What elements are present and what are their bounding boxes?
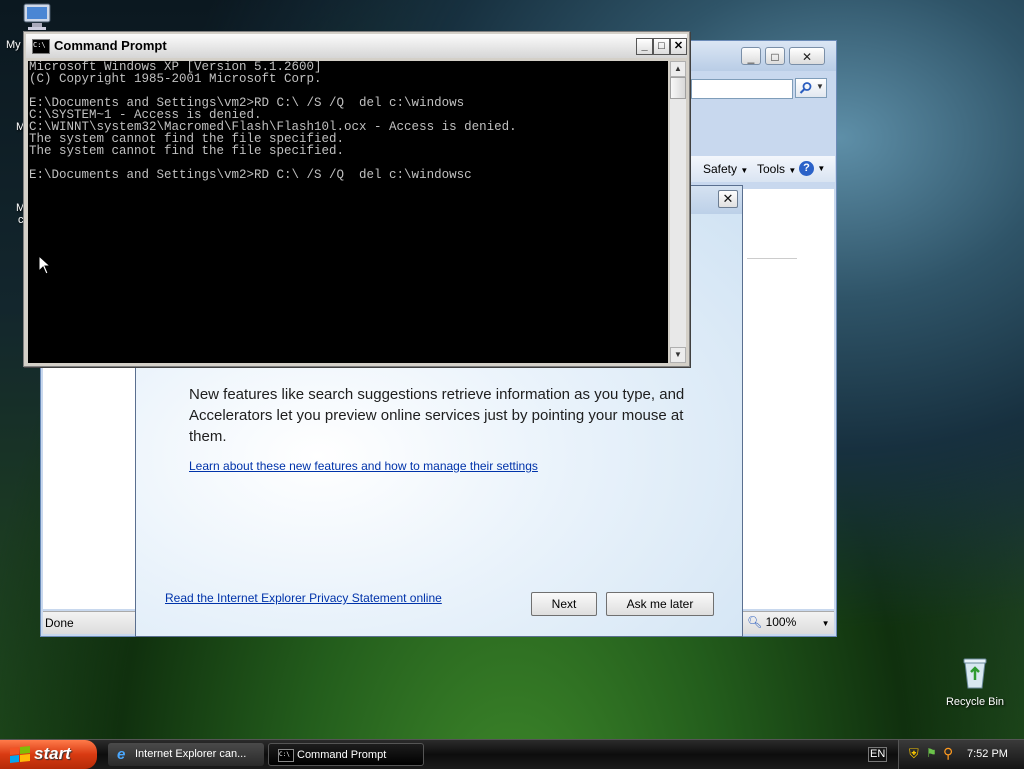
minimize-button[interactable]: _ [636,38,653,55]
taskbar-item-label: Internet Explorer can... [135,748,247,760]
help-menu[interactable]: ? ▼ [799,160,825,176]
ie-search-button[interactable]: ▼ [795,78,827,98]
search-icon [799,82,812,94]
dialog-close-button[interactable]: ✕ [718,190,738,208]
chevron-down-icon: ▼ [740,166,749,175]
clock: 7:52 PM [967,748,1008,760]
help-icon: ? [799,161,814,176]
desktop-icon-label: Recycle Bin [945,696,1005,708]
console-output[interactable]: Microsoft Windows XP [Version 5.1.2600](… [28,61,668,363]
console-line: (C) Copyright 1985-2001 Microsoft Corp. [29,72,322,86]
zoom-level: 100% [765,615,797,629]
scroll-up-button[interactable]: ▲ [670,61,686,77]
console-icon: C:\ [32,39,50,54]
desktop-icon-my-computer[interactable]: My [6,2,51,51]
chevron-down-icon: ▼ [788,166,797,175]
scroll-thumb[interactable] [670,77,686,99]
tools-label: Tools [757,162,786,176]
start-button[interactable]: start [0,740,97,769]
ie-icon: e [117,746,126,763]
console-icon: C:\ [278,749,294,762]
search-tray-icon[interactable]: ⚲ [943,745,953,762]
console-line: The system cannot find the file specifie… [29,144,345,158]
my-computer-icon [23,3,51,30]
ie-divider [747,258,797,259]
ie-command-bar: Safety ▼ Tools ▼ ? ▼ [689,156,835,182]
security-shield-icon[interactable]: ⛨ [909,746,919,762]
chevron-down-icon: ▼ [816,82,824,91]
next-button[interactable]: Next [531,592,597,616]
ie-minimize-button[interactable]: _ [741,47,761,65]
tools-menu[interactable]: Tools ▼ [757,162,796,176]
taskbar-item-command-prompt[interactable]: C:\ Command Prompt [268,743,424,766]
desktop-icon-recycle-bin[interactable]: Recycle Bin [940,656,1010,708]
scroll-down-button[interactable]: ▼ [670,347,686,363]
safety-label: Safety [703,162,738,176]
command-prompt-window[interactable]: C:\ Command Prompt _ □ ✕ Microsoft Windo… [23,31,690,367]
ie-maximize-button[interactable]: □ [765,47,785,65]
ie-close-button[interactable]: ✕ [789,47,825,65]
ie-search-input[interactable] [691,79,793,99]
desktop-icon-label: My [6,39,21,51]
vertical-scrollbar[interactable]: ▲ ▼ [670,61,686,363]
taskbar-item-internet-explorer[interactable]: e Internet Explorer can... [108,743,264,766]
taskbar-item-label: Command Prompt [297,749,387,761]
chevron-down-icon: ▼ [821,619,830,628]
system-tray: ⛨ ⚑ ⚲ 7:52 PM [898,740,1024,769]
taskbar: start e Internet Explorer can... C:\ Com… [0,739,1024,769]
windows-logo-icon [10,746,30,763]
zoom-icon: 🔍︎ [747,615,763,629]
privacy-link[interactable]: Read the Internet Explorer Privacy State… [165,591,442,605]
close-button[interactable]: ✕ [670,38,687,55]
dialog-description: New features like search suggestions ret… [189,386,685,445]
zoom-control[interactable]: 🔍︎ 100% ▼ [747,615,830,629]
mouse-cursor-icon [38,255,50,275]
cmd-titlebar[interactable]: C:\ Command Prompt _ □ ✕ [26,34,687,58]
chevron-down-icon: ▼ [817,164,826,173]
cmd-title: Command Prompt [54,38,167,53]
language-indicator[interactable]: EN [868,747,888,762]
ask-me-later-button[interactable]: Ask me later [606,592,714,616]
start-label: start [34,744,71,763]
recycle-bin-icon [963,658,987,689]
features-link[interactable]: Learn about these new features and how t… [189,459,538,473]
network-icon[interactable]: ⚑ [926,746,937,760]
maximize-button[interactable]: □ [653,38,670,55]
safety-menu[interactable]: Safety ▼ [703,162,748,176]
console-line: E:\Documents and Settings\vm2>RD C:\ /S … [29,168,472,182]
status-text: Done [45,616,74,630]
